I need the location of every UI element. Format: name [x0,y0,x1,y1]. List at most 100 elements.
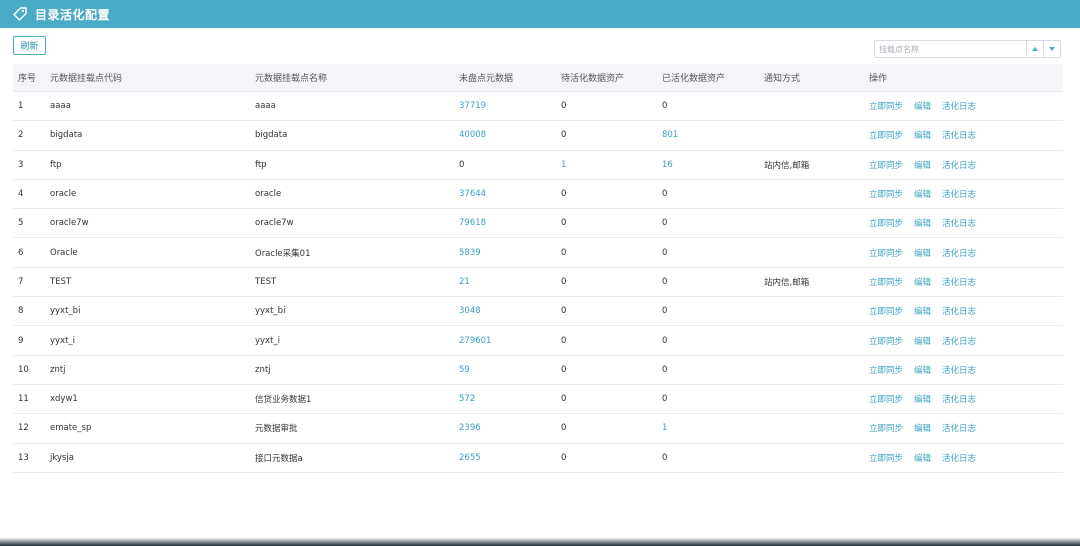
activation-log-link[interactable]: 活化日志 [942,100,976,112]
sync-now-link[interactable]: 立即同步 [869,100,903,112]
row-actions: 立即同步 编辑 活化日志 [869,364,976,376]
row-actions: 立即同步 编辑 活化日志 [869,276,976,288]
refresh-button[interactable]: 刷新 [13,36,46,55]
cell-code: yyxt_bi [50,306,81,317]
cell-pending[interactable]: 1 [561,160,566,170]
edit-link[interactable]: 编辑 [914,129,931,141]
activation-log-link[interactable]: 活化日志 [942,393,976,405]
edit-link[interactable]: 编辑 [914,247,931,259]
cell-index: 7 [18,276,24,287]
activation-log-link[interactable]: 活化日志 [942,129,976,141]
sync-now-link[interactable]: 立即同步 [869,452,903,464]
activation-log-link[interactable]: 活化日志 [942,188,976,200]
cell-code: emate_sp [50,423,92,434]
cell-activated: 0 [662,101,668,112]
cell-uninventoried[interactable]: 3048 [459,306,481,316]
activation-log-link[interactable]: 活化日志 [942,335,976,347]
cell-uninventoried[interactable]: 40008 [459,130,486,140]
cell-uninventoried[interactable]: 279601 [459,336,491,346]
table-row: 13 jkysja 接口元数据a 2655 0 0 立即同步 编辑 活化日志 [13,444,1063,473]
title-bar: 目录活化配置 [0,0,1080,28]
edit-link[interactable]: 编辑 [914,452,931,464]
edit-link[interactable]: 编辑 [914,393,931,405]
edit-link[interactable]: 编辑 [914,276,931,288]
activation-log-link[interactable]: 活化日志 [942,217,976,229]
cell-index: 13 [18,452,29,463]
cell-uninventoried[interactable]: 79618 [459,218,486,228]
cell-activated[interactable]: 1 [662,423,667,433]
cell-name: 信贷业务数据1 [255,395,312,406]
column-header-notify: 通知方式 [764,74,801,84]
cell-uninventoried[interactable]: 21 [459,277,470,287]
cell-pending: 0 [561,452,567,463]
edit-link[interactable]: 编辑 [914,335,931,347]
edit-link[interactable]: 编辑 [914,364,931,376]
sync-now-link[interactable]: 立即同步 [869,335,903,347]
cell-pending: 0 [561,218,567,229]
cell-index: 4 [18,189,24,200]
sync-now-link[interactable]: 立即同步 [869,129,903,141]
sync-now-link[interactable]: 立即同步 [869,276,903,288]
activation-log-link[interactable]: 活化日志 [942,422,976,434]
cell-uninventoried[interactable]: 37644 [459,189,486,199]
cell-activated: 0 [662,247,668,258]
cell-code: ftp [50,159,62,170]
cell-index: 10 [18,364,29,375]
sort-up-button[interactable] [1026,41,1043,57]
cell-name: ftp [255,159,267,170]
cell-uninventoried[interactable]: 2396 [459,423,481,433]
tag-icon [12,6,28,22]
cell-activated[interactable]: 16 [662,160,673,170]
activation-log-link[interactable]: 活化日志 [942,247,976,259]
edit-link[interactable]: 编辑 [914,188,931,200]
cell-index: 6 [18,247,24,258]
cell-uninventoried[interactable]: 5839 [459,248,481,258]
cell-index: 11 [18,394,29,405]
cell-index: 1 [18,101,24,112]
sync-now-link[interactable]: 立即同步 [869,364,903,376]
cell-code: jkysja [50,452,75,463]
cell-uninventoried[interactable]: 572 [459,394,475,404]
sync-now-link[interactable]: 立即同步 [869,247,903,259]
table-row: 12 emate_sp 元数据审批 2396 0 1 立即同步 编辑 活化日志 [13,414,1063,444]
sync-now-link[interactable]: 立即同步 [869,159,903,171]
edit-link[interactable]: 编辑 [914,422,931,434]
cell-pending: 0 [561,189,567,200]
sync-now-link[interactable]: 立即同步 [869,305,903,317]
column-header-uninventoried: 未盘点元数据 [459,74,514,84]
sync-now-link[interactable]: 立即同步 [869,393,903,405]
row-actions: 立即同步 编辑 活化日志 [869,247,976,259]
cell-code: Oracle [50,247,78,258]
sync-now-link[interactable]: 立即同步 [869,422,903,434]
cell-name: 接口元数据a [255,453,303,464]
cell-pending: 0 [561,247,567,258]
activation-log-link[interactable]: 活化日志 [942,276,976,288]
cell-uninventoried[interactable]: 59 [459,365,470,375]
edit-link[interactable]: 编辑 [914,217,931,229]
sync-now-link[interactable]: 立即同步 [869,188,903,200]
activation-log-link[interactable]: 活化日志 [942,452,976,464]
column-header-activated: 已活化数据资产 [662,74,726,84]
cell-activated[interactable]: 801 [662,130,678,140]
cell-name: oracle [255,189,282,200]
activation-log-link[interactable]: 活化日志 [942,364,976,376]
cell-index: 5 [18,218,24,229]
search-box [874,40,1061,58]
sync-now-link[interactable]: 立即同步 [869,217,903,229]
table-row: 2 bigdata bigdata 40008 0 801 立即同步 编辑 活化日志 [13,121,1063,151]
cell-uninventoried: 0 [459,159,465,170]
activation-log-link[interactable]: 活化日志 [942,159,976,171]
edit-link[interactable]: 编辑 [914,100,931,112]
edit-link[interactable]: 编辑 [914,305,931,317]
cell-uninventoried[interactable]: 37719 [459,101,486,111]
cell-uninventoried[interactable]: 2655 [459,453,481,463]
cell-code: oracle7w [50,218,89,229]
sort-down-button[interactable] [1043,41,1060,57]
cell-pending: 0 [561,394,567,405]
activation-log-link[interactable]: 活化日志 [942,305,976,317]
cell-activated: 0 [662,189,668,200]
edit-link[interactable]: 编辑 [914,159,931,171]
table-row: 4 oracle oracle 37644 0 0 立即同步 编辑 活化日志 [13,180,1063,210]
row-actions: 立即同步 编辑 活化日志 [869,305,976,317]
search-input[interactable] [875,41,1026,57]
